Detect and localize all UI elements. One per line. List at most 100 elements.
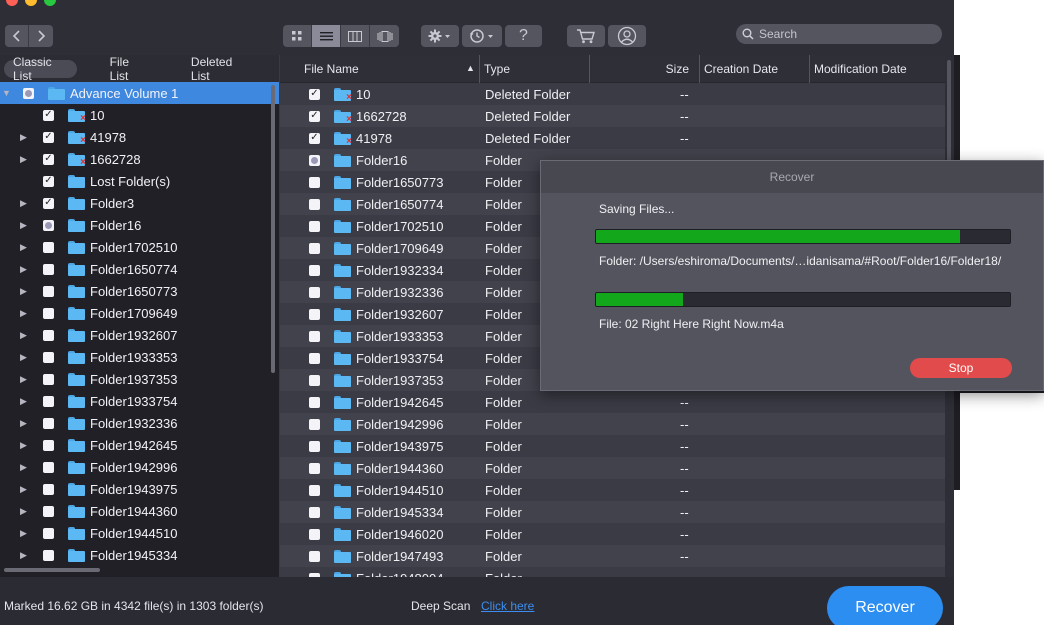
row-checkbox[interactable] xyxy=(309,528,320,540)
tree-item[interactable]: ✓ × 10 xyxy=(0,104,279,126)
disclosure-closed-icon[interactable]: ▶ xyxy=(20,440,27,451)
row-checkbox[interactable] xyxy=(309,462,320,474)
row-checkbox[interactable] xyxy=(309,440,320,452)
tree-item-checkbox[interactable] xyxy=(43,263,54,275)
disclosure-closed-icon[interactable]: ▶ xyxy=(20,154,27,165)
tree-item[interactable]: ▶ Folder1942996 xyxy=(0,456,279,478)
disclosure-closed-icon[interactable]: ▶ xyxy=(20,484,27,495)
tree-item[interactable]: ▶ Folder16 xyxy=(0,214,279,236)
row-checkbox[interactable] xyxy=(309,154,320,166)
cart-button[interactable] xyxy=(567,25,605,47)
tree-item[interactable]: ▶ Folder1932336 xyxy=(0,412,279,434)
table-row[interactable]: Folder1945334 Folder -- xyxy=(280,501,945,523)
column-header-modification-date[interactable]: Modification Date xyxy=(810,55,945,83)
tree-item[interactable]: ▶ Folder1943975 xyxy=(0,478,279,500)
help-button[interactable]: ? xyxy=(505,25,542,47)
tree-item-checkbox[interactable] xyxy=(43,329,54,341)
disclosure-open-icon[interactable]: ▼ xyxy=(2,88,11,98)
row-checkbox[interactable] xyxy=(309,220,320,232)
tree-item[interactable]: ▶ Folder1942645 xyxy=(0,434,279,456)
row-checkbox[interactable]: ✓ xyxy=(309,132,320,144)
row-checkbox[interactable] xyxy=(309,418,320,430)
tree-item-checkbox[interactable] xyxy=(23,87,34,99)
tree-item[interactable]: ▶ ✓ × 41978 xyxy=(0,126,279,148)
tree-item[interactable]: ▶ Folder1650774 xyxy=(0,258,279,280)
row-checkbox[interactable] xyxy=(309,330,320,342)
tab-deleted-list[interactable]: Deleted List xyxy=(182,55,257,83)
back-button[interactable] xyxy=(5,25,29,47)
disclosure-closed-icon[interactable]: ▶ xyxy=(20,220,27,231)
tree-item[interactable]: ▶ Folder1944510 xyxy=(0,522,279,544)
disclosure-closed-icon[interactable]: ▶ xyxy=(20,242,27,253)
row-checkbox[interactable]: ✓ xyxy=(309,110,320,122)
tree-item[interactable]: ▶ Folder1945334 xyxy=(0,544,279,566)
minimize-window-button[interactable] xyxy=(25,0,37,6)
tree-item[interactable]: ▶ Folder1650773 xyxy=(0,280,279,302)
deep-scan-link[interactable]: Click here xyxy=(481,599,534,613)
stop-button[interactable]: Stop xyxy=(910,358,1012,378)
account-button[interactable] xyxy=(608,25,646,47)
row-checkbox[interactable]: ✓ xyxy=(309,88,320,100)
tree-item-checkbox[interactable] xyxy=(43,307,54,319)
row-checkbox[interactable] xyxy=(309,176,320,188)
tree-item[interactable]: ▶ Folder1709649 xyxy=(0,302,279,324)
tree-item-checkbox[interactable] xyxy=(43,241,54,253)
tree-item[interactable]: ▶ ✓ × 1662728 xyxy=(0,148,279,170)
tree-item-checkbox[interactable] xyxy=(43,549,54,561)
row-checkbox[interactable] xyxy=(309,286,320,298)
tree-item-checkbox[interactable]: ✓ xyxy=(43,197,54,209)
disclosure-closed-icon[interactable]: ▶ xyxy=(20,396,27,407)
settings-menu-button[interactable] xyxy=(421,25,459,47)
tree-item[interactable]: ▼ Advance Volume 1 xyxy=(0,82,279,104)
tab-file-list[interactable]: File List xyxy=(101,55,156,83)
row-checkbox[interactable] xyxy=(309,308,320,320)
disclosure-closed-icon[interactable]: ▶ xyxy=(20,286,27,297)
row-checkbox[interactable] xyxy=(309,506,320,518)
disclosure-closed-icon[interactable]: ▶ xyxy=(20,330,27,341)
row-checkbox[interactable] xyxy=(309,484,320,496)
table-row[interactable]: Folder1944510 Folder -- xyxy=(280,479,945,501)
table-row[interactable]: Folder1948004Folder xyxy=(280,567,945,577)
tree-item-checkbox[interactable] xyxy=(43,527,54,539)
table-row[interactable]: Folder1947493 Folder -- xyxy=(280,545,945,567)
table-row[interactable]: Folder1946020 Folder -- xyxy=(280,523,945,545)
close-window-button[interactable] xyxy=(6,0,18,6)
row-checkbox[interactable] xyxy=(309,242,320,254)
disclosure-closed-icon[interactable]: ▶ xyxy=(20,418,27,429)
table-row[interactable]: Folder1942996 Folder -- xyxy=(280,413,945,435)
row-checkbox[interactable] xyxy=(309,352,320,364)
disclosure-closed-icon[interactable]: ▶ xyxy=(20,506,27,517)
table-row[interactable]: Folder1944360 Folder -- xyxy=(280,457,945,479)
table-row[interactable]: Folder1942645 Folder -- xyxy=(280,391,945,413)
table-row[interactable]: Folder1943975 Folder -- xyxy=(280,435,945,457)
column-header-file-name[interactable]: File Name ▲ xyxy=(280,55,480,83)
search-input[interactable] xyxy=(759,27,929,41)
row-checkbox[interactable] xyxy=(309,396,320,408)
tree-item-checkbox[interactable]: ✓ xyxy=(43,131,54,143)
row-checkbox[interactable] xyxy=(309,550,320,562)
tree-item-checkbox[interactable] xyxy=(43,285,54,297)
disclosure-closed-icon[interactable]: ▶ xyxy=(20,352,27,363)
zoom-window-button[interactable] xyxy=(44,0,56,6)
disclosure-closed-icon[interactable]: ▶ xyxy=(20,264,27,275)
column-header-creation-date[interactable]: Creation Date xyxy=(700,55,810,83)
column-header-size[interactable]: Size xyxy=(590,55,700,83)
tree-vertical-scrollbar[interactable] xyxy=(271,85,275,373)
tree-item-checkbox[interactable] xyxy=(43,351,54,363)
tree-item[interactable]: ▶ Folder1933353 xyxy=(0,346,279,368)
tree-item-checkbox[interactable] xyxy=(43,373,54,385)
tree-item-checkbox[interactable] xyxy=(43,439,54,451)
tree-item[interactable]: ▶ Folder1933754 xyxy=(0,390,279,412)
tree-item-checkbox[interactable] xyxy=(43,395,54,407)
disclosure-closed-icon[interactable]: ▶ xyxy=(20,462,27,473)
disclosure-closed-icon[interactable]: ▶ xyxy=(20,308,27,319)
table-row[interactable]: ✓ × 41978 Deleted Folder -- xyxy=(280,127,945,149)
tree-item[interactable]: ▶ Folder1944360 xyxy=(0,500,279,522)
recover-button[interactable]: Recover xyxy=(827,586,943,625)
row-checkbox[interactable] xyxy=(309,374,320,386)
tree-item[interactable]: ▶ Folder1932607 xyxy=(0,324,279,346)
tab-classic-list[interactable]: Classic List xyxy=(4,55,77,83)
tree-item-checkbox[interactable] xyxy=(43,219,54,231)
tree-item-checkbox[interactable] xyxy=(43,505,54,517)
column-header-type[interactable]: Type xyxy=(480,55,590,83)
